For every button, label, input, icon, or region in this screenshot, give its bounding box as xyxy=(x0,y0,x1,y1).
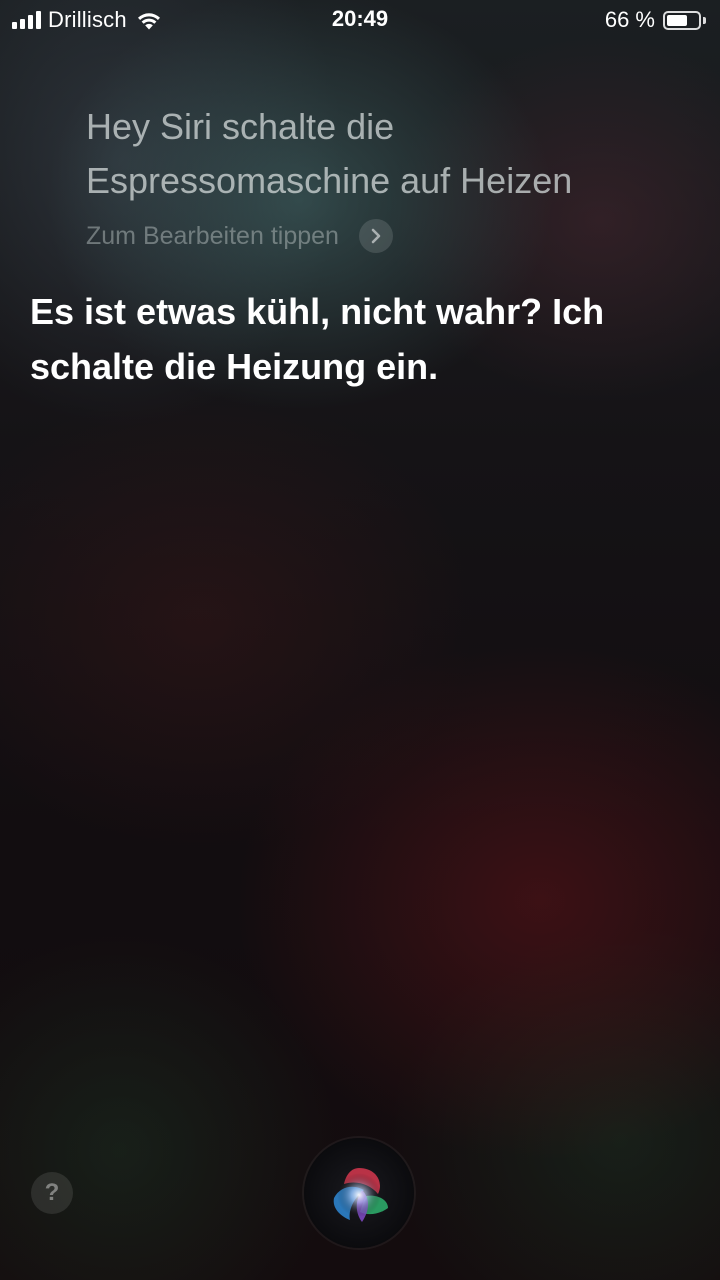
siri-orb-icon[interactable] xyxy=(304,1138,414,1248)
edit-hint-row[interactable]: Zum Bearbeiten tippen xyxy=(86,216,393,256)
battery-percent: 66 % xyxy=(604,7,655,32)
battery-cap xyxy=(703,16,706,24)
status-right: 66 % xyxy=(604,7,706,32)
help-icon: ? xyxy=(44,1179,60,1206)
chevron-right-icon[interactable] xyxy=(358,219,393,253)
status-bar: Drillisch 20:49 66 % xyxy=(0,0,720,40)
siri-orb-graphic xyxy=(333,1168,388,1222)
edit-hint-label: Zum Bearbeiten tippen xyxy=(86,221,339,250)
battery-fill xyxy=(667,14,687,26)
battery-icon xyxy=(663,10,701,30)
help-button[interactable]: ? xyxy=(31,1172,73,1214)
siri-query-text[interactable]: Hey Siri schalte die Espressomaschine au… xyxy=(86,100,686,208)
siri-response-text: Es ist etwas kühl, nicht wahr? Ich schal… xyxy=(30,291,605,387)
